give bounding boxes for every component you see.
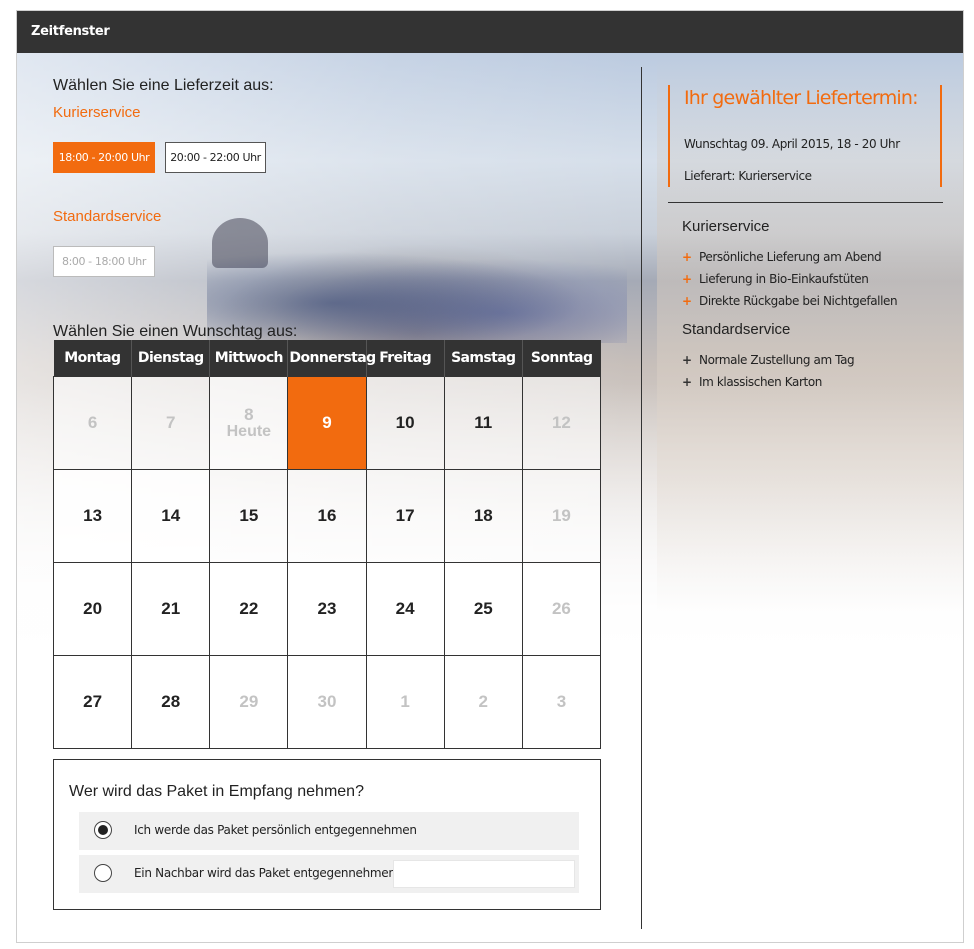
calendar-day: 6	[52, 376, 133, 470]
weekday-header: Samstag	[443, 340, 523, 377]
slot-button-courier-1[interactable]: 18:00 - 20:00 Uhr	[53, 142, 155, 173]
window-title: Zeitfenster	[17, 11, 963, 53]
list-item: + Im klassischen Karton	[682, 371, 854, 393]
calendar-day: 26	[521, 562, 602, 656]
weekday-header: Mittwoch	[209, 340, 288, 377]
summary-divider	[668, 202, 943, 203]
calendar-day[interactable]: 25	[443, 562, 523, 656]
list-item: + Direkte Rückgabe bei Nichtgefallen	[682, 290, 898, 312]
weekday-header: Dienstag	[131, 340, 210, 377]
today-label: Heute	[226, 423, 272, 440]
summary-box: Ihr gewählter Liefertermin: Wunschtag 09…	[668, 85, 942, 187]
receiver-option-label: Ein Nachbar wird das Paket entgegennehme…	[134, 866, 400, 880]
plus-icon: +	[682, 375, 692, 389]
weekday-header: Freitag	[365, 340, 445, 377]
courier-feature-list: + Persönliche Lieferung am Abend + Lieferu…	[682, 246, 898, 312]
calendar-day[interactable]: 22	[209, 562, 289, 656]
calendar-day[interactable]: 18	[443, 469, 523, 563]
calendar-day[interactable]: 17	[365, 469, 445, 563]
calendar-day[interactable]: 24	[365, 562, 445, 656]
calendar-day[interactable]: 11	[443, 376, 523, 470]
neighbor-name-input[interactable]	[393, 860, 575, 888]
list-item: + Lieferung in Bio-Einkaufstüten	[682, 268, 897, 290]
calendar-day: 29	[209, 655, 289, 749]
column-divider	[641, 67, 642, 929]
day-prompt: Wählen Sie einen Wunschtag aus:	[53, 323, 298, 340]
courier-service-heading: Kurierservice	[682, 218, 770, 235]
calendar-day: 1	[365, 655, 445, 749]
calendar-day[interactable]: 10	[365, 376, 445, 470]
calendar-day[interactable]: 13	[52, 469, 133, 563]
calendar-day[interactable]: 16	[287, 469, 367, 563]
weekday-header: Sonntag	[521, 340, 601, 377]
radio-icon[interactable]	[94, 864, 112, 882]
slot-button-courier-2[interactable]: 20:00 - 22:00 Uhr	[165, 142, 266, 173]
receiver-box: Wer wird das Paket in Empfang nehmen? Ic…	[53, 759, 601, 910]
plus-icon: +	[682, 250, 692, 264]
weekday-header: Donnerstag	[287, 340, 376, 377]
delivery-window-panel: Zeitfenster Wählen Sie eine Lieferzeit a…	[16, 10, 964, 943]
summary-title: Ihr gewählter Liefertermin:	[684, 87, 919, 109]
calendar-day: 7	[131, 376, 211, 470]
calendar-day[interactable]: 21	[131, 562, 211, 656]
calendar-day[interactable]: 27	[52, 655, 133, 749]
receiver-option-self[interactable]: Ich werde das Paket persönlich entgegenn…	[79, 812, 579, 850]
standard-heading: Standardservice	[53, 208, 162, 225]
plus-icon: +	[682, 272, 692, 286]
radio-icon[interactable]	[94, 821, 112, 839]
calendar-day: 12	[521, 376, 602, 470]
weekday-header: Montag	[53, 340, 132, 377]
calendar-day: 30	[287, 655, 367, 749]
calendar-day[interactable]: 14	[131, 469, 211, 563]
calendar-day[interactable]: 20	[52, 562, 133, 656]
calendar-day[interactable]: 15	[209, 469, 289, 563]
list-item: + Persönliche Lieferung am Abend	[682, 246, 897, 268]
time-prompt: Wählen Sie eine Lieferzeit aus:	[53, 77, 274, 94]
calendar-day: 19	[521, 469, 602, 563]
receiver-question: Wer wird das Paket in Empfang nehmen?	[69, 783, 364, 800]
courier-heading: Kurierservice	[53, 104, 141, 121]
summary-type: Lieferart: Kurierservice	[684, 169, 812, 183]
calendar-day: 2	[443, 655, 523, 749]
summary-date: Wunschtag 09. April 2015, 18 - 20 Uhr	[684, 137, 900, 151]
plus-icon: +	[682, 294, 692, 308]
receiver-option-neighbor[interactable]: Ein Nachbar wird das Paket entgegennehme…	[79, 855, 579, 893]
calendar-grid: Montag Dienstag Mittwoch Donnerstag Frei…	[52, 340, 602, 749]
calendar-day: 3	[521, 655, 602, 749]
plus-icon: +	[682, 353, 692, 367]
list-item: + Normale Zustellung am Tag	[682, 349, 855, 371]
standard-feature-list: + Normale Zustellung am Tag + Im klassisch…	[682, 349, 855, 393]
calendar-day-selected[interactable]: 9	[287, 376, 367, 470]
standard-service-heading: Standardservice	[682, 321, 791, 338]
receiver-option-label: Ich werde das Paket persönlich entgegenn…	[134, 823, 417, 837]
calendar-day[interactable]: 23	[287, 562, 367, 656]
slot-button-standard-1[interactable]: 8:00 - 18:00 Uhr	[53, 246, 155, 277]
calendar-day-today: 8 Heute	[209, 376, 289, 470]
calendar-day[interactable]: 28	[131, 655, 211, 749]
